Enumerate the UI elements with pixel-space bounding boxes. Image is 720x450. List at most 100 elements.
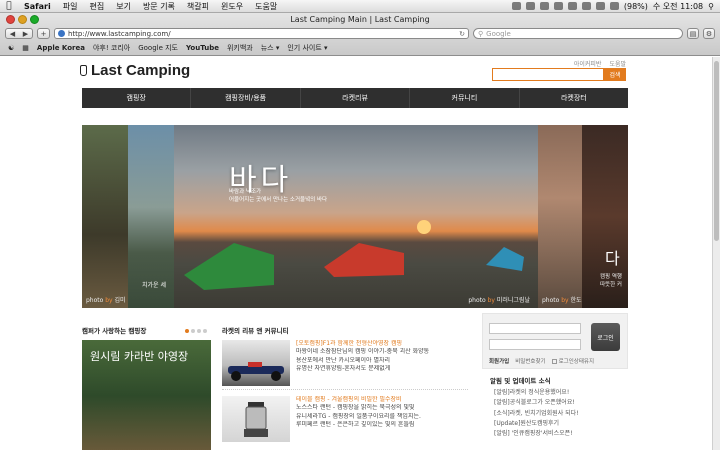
bookmark-wikipedia[interactable]: 위키백과	[227, 43, 253, 53]
review-item[interactable]: 루미페르 랜턴 - 은은하고 깊이있는 빛의 흔들림	[296, 421, 468, 429]
menu-view[interactable]: 보기	[110, 1, 137, 12]
time-machine-icon[interactable]	[553, 2, 563, 10]
wifi-icon[interactable]	[581, 2, 591, 10]
review-block-camping: [오토캠핑]F1과 함께한 천형산야영장 캠핑 마왕이네 소잠잠단님의 캠핑 이…	[222, 340, 468, 386]
review-item[interactable]: 노스스타 랜턴 - 캠핑장을 밝히는 북극성의 빛빛	[296, 404, 468, 412]
menu-edit[interactable]: 편집	[83, 1, 110, 12]
spotlight-icon[interactable]: ⚲	[708, 2, 714, 11]
banner-panel-sunset[interactable]: 바다 바람과 낙조가 어울어지는 곳에서 만나는 소거울녘의 바다 photo …	[174, 125, 538, 308]
keep-login-checkbox[interactable]: 로그인상태유지	[551, 357, 594, 365]
bookmark-youtube[interactable]: YouTube	[186, 44, 219, 52]
login-password-field[interactable]	[489, 339, 581, 350]
red-tent-shape	[324, 243, 404, 277]
apple-menu-icon[interactable]: 	[0, 1, 18, 11]
reload-icon[interactable]: ↻	[459, 30, 465, 38]
calendar-icon[interactable]	[539, 2, 549, 10]
news-item[interactable]: [알림]라켓의 정식운용했어요!	[494, 388, 579, 398]
nav-review[interactable]: 라켓리뷰	[301, 88, 411, 108]
nav-campsite[interactable]: 캠핑장	[82, 88, 192, 108]
menu-history[interactable]: 방문 기록	[137, 1, 181, 12]
photo-credit-1: photo by 김미	[86, 297, 126, 304]
bluetooth-icon[interactable]	[567, 2, 577, 10]
settings-gear-icon[interactable]: ⚙	[703, 28, 715, 39]
review-item[interactable]: 유명산 자연휴양림-혼자서도 문제없게	[296, 365, 468, 373]
review-section-title: 라켓의 리뷰 앤 커뮤니티	[222, 327, 289, 335]
login-id-field[interactable]	[489, 323, 581, 334]
banner-panel-night[interactable]: 다 캠핑 역행 따뜻한 커	[582, 125, 628, 308]
login-button[interactable]: 로그인	[591, 323, 620, 351]
site-search-input[interactable]	[492, 68, 604, 81]
menu-file[interactable]: 파일	[57, 1, 84, 12]
back-forward-buttons: ◀ ▶	[5, 28, 33, 39]
menu-app-safari[interactable]: Safari	[18, 2, 57, 11]
top-links: 아이커피반 도움말	[574, 59, 626, 68]
zoom-window-button[interactable]	[30, 15, 39, 24]
nav-gear[interactable]: 캠핑장비/용품	[191, 88, 301, 108]
news-section-title: 알림 및 업데이트 소식	[490, 377, 551, 385]
campsite-photo-text: 원시림 카라반 야영장	[90, 350, 189, 363]
bookmark-google-maps[interactable]: Google 지도	[138, 43, 178, 53]
forward-button[interactable]: ▶	[19, 30, 32, 38]
twitter-icon[interactable]	[511, 2, 521, 10]
review-divider	[222, 389, 468, 390]
page-menu-button[interactable]: ▤	[687, 28, 699, 39]
menu-bar:  Safari 파일 편집 보기 방문 기록 책갈피 윈도우 도움말 (98%…	[0, 0, 720, 13]
window-title: Last Camping Main | Last Camping	[290, 15, 430, 24]
bookmark-news[interactable]: 뉴스 ▾	[261, 43, 280, 53]
site-logo[interactable]: Last Camping	[80, 62, 190, 79]
review-item[interactable]: 용산포에서 만난 카시오페이아 별자리	[296, 357, 468, 365]
headphones-icon[interactable]	[525, 2, 535, 10]
page-scrollbar[interactable]	[712, 57, 720, 450]
top-link-help[interactable]: 도움말	[609, 59, 626, 68]
top-link-id[interactable]: 아이커피반	[574, 59, 602, 68]
review-item[interactable]: 마왕이네 소잠잠단님의 캠핑 이야기-충북 괴산 화양동	[296, 348, 468, 356]
news-item[interactable]: [알림]공식블로그가 오픈했어요!	[494, 398, 579, 408]
find-password-link[interactable]: 비밀번호찾기	[515, 357, 545, 365]
campsite-photo[interactable]: 원시림 카라반 야영장	[82, 340, 211, 450]
pager-dot-4[interactable]	[203, 329, 207, 333]
status-area: (98%) 수 오전 11:08 ⚲	[511, 1, 720, 12]
banner-panel-dusk[interactable]: photo by 한도	[538, 125, 582, 308]
review-thumb-f1[interactable]	[222, 340, 290, 386]
address-url: http://www.lastcamping.com/	[68, 29, 171, 38]
menu-window[interactable]: 윈도우	[215, 1, 249, 12]
reading-list-icon[interactable]: ☯	[8, 44, 14, 52]
review-item[interactable]: [오토캠핑]F1과 함께한 천형산야영장 캠핑	[296, 340, 468, 348]
news-item[interactable]: [소식]라켓, 빈치기업회원사 되다!	[494, 409, 579, 419]
banner-panel-lake[interactable]: 치가운 세	[128, 125, 174, 308]
nav-community[interactable]: 커뮤니티	[410, 88, 520, 108]
join-link[interactable]: 회원가입	[489, 357, 509, 365]
bookmark-yahoo[interactable]: 야후! 코리아	[93, 43, 130, 53]
menu-clock[interactable]: 수 오전 11:08	[653, 1, 703, 12]
review-item[interactable]: 유니세라TG - 캠핑장의 일품구이요리를 책임지는.	[296, 413, 468, 421]
scrollbar-thumb[interactable]	[714, 61, 719, 241]
add-bookmark-button[interactable]: +	[37, 28, 50, 39]
review-item[interactable]: 테이블 캠핑 - 겨울캠핑의 비밀한 필수장비	[296, 396, 468, 404]
bookmark-apple[interactable]: Apple Korea	[37, 44, 85, 52]
browser-search-field[interactable]: ⚲ Google	[473, 28, 683, 39]
pager-dot-2[interactable]	[191, 329, 195, 333]
review-thumb-lantern[interactable]	[222, 396, 290, 442]
review-list-camping: [오토캠핑]F1과 함께한 천형산야영장 캠핑 마왕이네 소잠잠단님의 캠핑 이…	[296, 340, 468, 374]
news-item[interactable]: [Update]원산도캠핑후기	[494, 419, 579, 429]
menu-bookmarks[interactable]: 책갈피	[181, 1, 215, 12]
minimize-window-button[interactable]	[18, 15, 27, 24]
login-box: 로그인 회원가입 비밀번호찾기 로그인상태유지	[482, 313, 628, 369]
back-button[interactable]: ◀	[6, 30, 19, 38]
top-sites-icon[interactable]: ▦	[22, 44, 29, 52]
menu-help[interactable]: 도움말	[249, 1, 283, 12]
pager-dot-3[interactable]	[197, 329, 201, 333]
banner-panel-forest[interactable]: photo by 김미	[82, 125, 128, 308]
site-search-button[interactable]: 검색	[604, 68, 626, 81]
nav-market[interactable]: 라켓장터	[520, 88, 628, 108]
close-window-button[interactable]	[6, 15, 15, 24]
bookmark-popular[interactable]: 인기 사이트 ▾	[287, 43, 327, 53]
browser-chrome: Last Camping Main | Last Camping ◀ ▶ + h…	[0, 13, 720, 56]
battery-icon[interactable]	[609, 2, 619, 10]
news-item[interactable]: [알림] '인큐캠핑장'서비스오픈!	[494, 429, 579, 439]
volume-icon[interactable]	[595, 2, 605, 10]
pager-dot-1[interactable]	[185, 329, 189, 333]
sun-shape	[417, 220, 431, 234]
banner-carousel[interactable]: photo by 김미 치가운 세 바다 바람과 낙조가 어울어지는 곳에서 만…	[82, 125, 628, 308]
address-bar[interactable]: http://www.lastcamping.com/ ↻	[54, 28, 469, 39]
